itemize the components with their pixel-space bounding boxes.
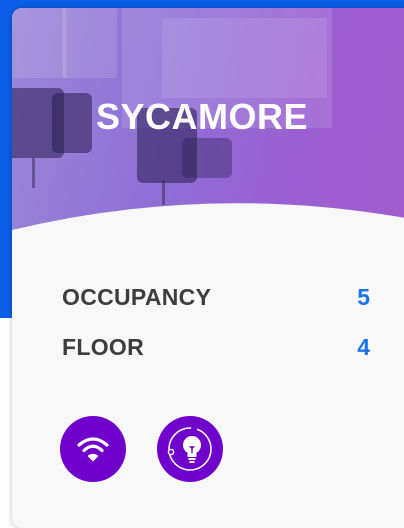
light-bulb-icon	[167, 427, 212, 471]
room-card[interactable]: SYCAMORE OCCUPANCY 5 FLOOR 4	[12, 8, 404, 528]
occupancy-row: OCCUPANCY 5	[62, 284, 370, 314]
floor-value: 4	[357, 334, 370, 360]
wifi-icon	[77, 437, 109, 462]
hero-chair-decor	[32, 158, 35, 188]
hero-window-decor	[12, 8, 117, 78]
hero-chair-decor	[182, 138, 232, 178]
hero-curve-divider	[12, 203, 404, 240]
room-name-title: SYCAMORE	[95, 96, 309, 137]
light-amenity-button[interactable]	[157, 416, 223, 482]
hero-screen-decor	[162, 18, 327, 98]
floor-label: FLOOR	[62, 334, 144, 360]
occupancy-value: 5	[357, 284, 370, 310]
room-hero-image: SYCAMORE	[12, 8, 404, 240]
occupancy-label: OCCUPANCY	[62, 284, 212, 310]
wifi-amenity-button[interactable]	[60, 416, 126, 482]
floor-row: FLOOR 4	[62, 334, 370, 364]
